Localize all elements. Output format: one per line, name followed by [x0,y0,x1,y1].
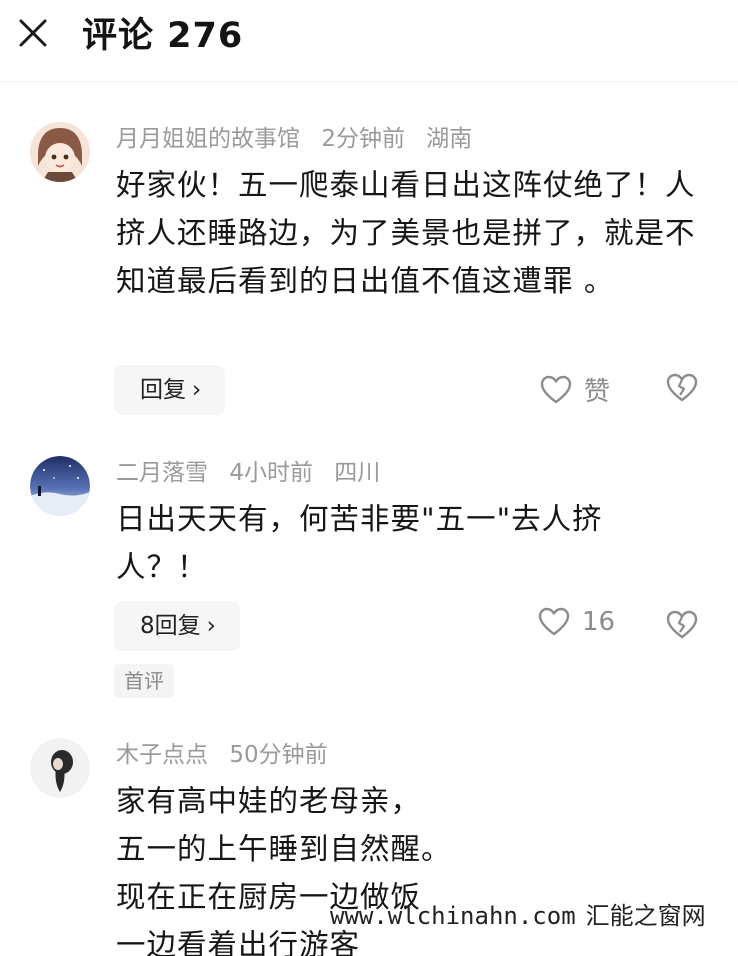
username[interactable]: 月月姐姐的故事馆 [116,126,300,152]
broken-heart-icon [666,373,698,402]
location: 湖南 [426,126,473,152]
timestamp: 2分钟前 [321,126,405,152]
comment-meta: 月月姐姐的故事馆 2分钟前 湖南 [116,124,486,154]
close-button[interactable] [14,14,52,52]
close-icon [19,19,47,47]
dislike-button[interactable] [666,373,698,407]
chevron-right-icon: › [192,377,202,403]
heart-outline-icon [538,607,570,636]
comment-text: 日出天天有，何苦非要"五一"去人挤人？！ [116,502,603,584]
dislike-button[interactable] [666,610,698,644]
first-comment-badge: 首评 [114,664,174,698]
like-button[interactable]: 赞 [540,371,610,408]
watermark-name: 汇能之窗网 [585,902,706,930]
location: 四川 [334,460,381,486]
watermark: www.wlchinahn.com 汇能之窗网 [330,896,730,932]
timestamp: 50分钟前 [229,742,328,768]
timestamp: 4小时前 [229,460,313,486]
heart-outline-icon [540,375,572,403]
username[interactable]: 木子点点 [116,742,208,768]
username[interactable]: 二月落雪 [116,460,208,486]
page-title: 评论 276 [82,16,244,56]
avatar[interactable] [30,122,90,182]
reply-label: 8回复 [140,613,201,639]
avatar[interactable] [30,738,90,798]
comment-meta: 二月落雪 4小时前 四川 [116,458,394,488]
reply-button[interactable]: 回复 › [114,365,226,415]
comments-header: 评论 276 [0,0,738,82]
broken-heart-icon [666,610,698,639]
comment-text: 好家伙！五一爬泰山看日出这阵仗绝了！人挤人还睡路边，为了美景也是拼了，就是不知道… [116,168,696,298]
like-button[interactable]: 16 [538,607,615,637]
watermark-url: www.wlchinahn.com [330,902,576,930]
comment-meta: 木子点点 50分钟前 [116,740,342,770]
like-count: 16 [582,607,616,637]
chevron-right-icon: › [206,613,216,639]
like-label: 赞 [584,377,611,407]
reply-button[interactable]: 8回复 › [114,601,240,651]
reply-label: 回复 [140,377,186,403]
avatar[interactable] [30,456,90,516]
